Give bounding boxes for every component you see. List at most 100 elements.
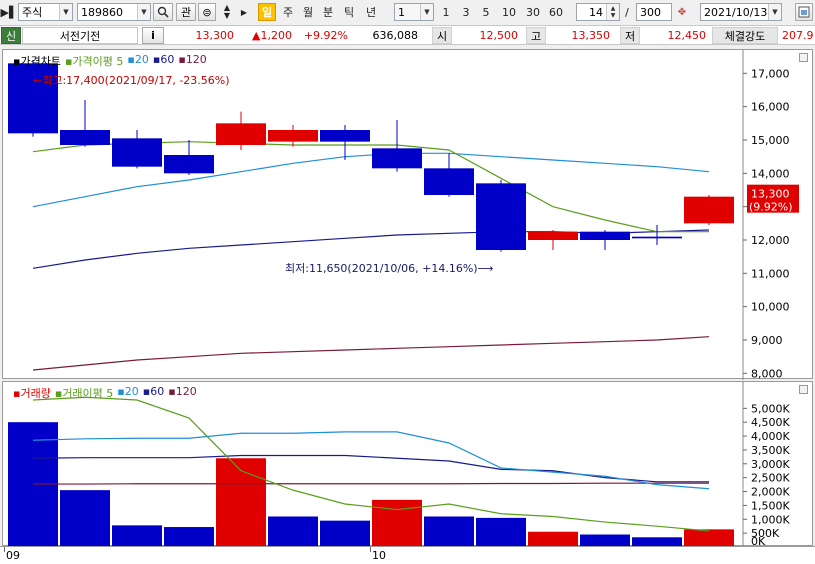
legend-volume-ma60-label: 60 bbox=[150, 385, 165, 398]
volume-chart-pane[interactable]: 5,000K 4,500K 4,000K 3,500K 3,000K 2,500K 2,00… bbox=[2, 381, 813, 547]
period-year-tab[interactable]: 년 bbox=[362, 3, 380, 21]
chevron-down-icon[interactable]: ▼ bbox=[59, 4, 72, 20]
expand-icon[interactable]: ▶ bbox=[238, 3, 250, 21]
interval-1-button[interactable]: 1 bbox=[438, 3, 454, 21]
high-label: 고 bbox=[526, 27, 546, 44]
vol-ma20-line bbox=[32, 431, 710, 490]
legend-price-ma120[interactable]: ▪120 bbox=[178, 53, 206, 69]
legend-volume-ma20[interactable]: ▪20 bbox=[117, 385, 138, 401]
change-percent: +9.92% bbox=[303, 29, 348, 42]
vol-ma120-line bbox=[33, 482, 709, 485]
candle-down bbox=[112, 138, 162, 167]
search-button[interactable] bbox=[153, 3, 173, 21]
price-change: ▲1,200 bbox=[252, 29, 292, 42]
strength-label: 체결강도 bbox=[712, 27, 778, 44]
settings-button[interactable] bbox=[795, 3, 813, 21]
period-minute-tab[interactable]: 분 bbox=[320, 3, 336, 21]
pane-menu-icon[interactable] bbox=[799, 385, 808, 394]
legend-volume-ma[interactable]: ▪거래이평 5 bbox=[55, 385, 113, 401]
chevron-down-icon[interactable]: ▼ bbox=[768, 4, 781, 20]
gwan-button[interactable]: 관 bbox=[176, 3, 196, 21]
period-week-tab[interactable]: 주 bbox=[280, 3, 296, 21]
legend-price-ma20[interactable]: ▪20 bbox=[127, 53, 148, 69]
candle-down bbox=[580, 231, 630, 240]
low-price: 12,450 bbox=[667, 29, 707, 42]
stock-code-input[interactable]: 189860 ▼ bbox=[77, 3, 151, 21]
volume-bar-down bbox=[60, 490, 110, 547]
period-day-tab[interactable]: 일 bbox=[258, 3, 276, 21]
panel-toggle-icon[interactable]: ▶▌ bbox=[1, 3, 18, 21]
search-icon bbox=[157, 6, 169, 18]
legend-volume-ma120[interactable]: ▪120 bbox=[168, 385, 196, 401]
interval-3-button[interactable]: 3 bbox=[458, 3, 474, 21]
volume-bar-down bbox=[268, 516, 318, 547]
x-label-september: 09 bbox=[6, 549, 20, 562]
stock-spinner[interactable]: ▲ ▼ bbox=[218, 3, 236, 21]
date-value: 2021/10/13 bbox=[704, 5, 768, 19]
view-count-spinner-icon[interactable]: ▲ ▼ bbox=[606, 4, 619, 20]
strength-value: 207.9 bbox=[782, 29, 814, 42]
market-type-select[interactable]: 주식 ▼ bbox=[18, 3, 73, 21]
volume-chart: 5,000K4,500K4,000K3,500K3,000K2,500K2,00… bbox=[8, 382, 790, 547]
interval-5-button[interactable]: 5 bbox=[478, 3, 494, 21]
view-count-input[interactable]: 14 ▲ ▼ bbox=[576, 3, 620, 21]
chevron-down-icon[interactable]: ▼ bbox=[137, 4, 150, 20]
candle-down bbox=[164, 155, 214, 174]
volume-bar-down bbox=[112, 525, 162, 547]
candle-down bbox=[60, 130, 110, 145]
legend-price-ma[interactable]: ▪가격이평 5 bbox=[65, 53, 123, 69]
legend-price-ma60[interactable]: ▪60 bbox=[153, 53, 174, 69]
chevron-down-icon[interactable]: ▼ bbox=[420, 4, 433, 20]
price-tick-label: 11,000 bbox=[751, 267, 790, 280]
candle-down bbox=[372, 148, 422, 169]
volume-bar-up bbox=[528, 531, 578, 547]
volume-bar-up bbox=[216, 458, 266, 547]
legend-volume-ma-label: 거래이평 bbox=[62, 387, 103, 400]
x-tick-oct bbox=[370, 547, 371, 552]
period-tick-tab[interactable]: 틱 bbox=[341, 3, 357, 21]
stock-code-value: 189860 bbox=[81, 5, 123, 19]
interval-30-button[interactable]: 30 bbox=[522, 3, 544, 21]
legend-price-ma120-label: 120 bbox=[185, 53, 207, 66]
interval-10-button[interactable]: 10 bbox=[498, 3, 520, 21]
spin-down-icon[interactable]: ▼ bbox=[224, 12, 230, 20]
legend-price-chart-label: 가격차트 bbox=[20, 55, 61, 68]
legend-price-chart[interactable]: ▪가격차트 bbox=[13, 53, 61, 69]
price-chart-pane[interactable]: 17,00016,00015,00014,00013,00012,00011,0… bbox=[2, 49, 813, 380]
stock-name: 서전기전 bbox=[22, 27, 138, 44]
low-label: 저 bbox=[620, 27, 640, 44]
total-count-input[interactable]: 300 bbox=[636, 3, 672, 21]
interval-select[interactable]: 1 ▼ bbox=[394, 3, 434, 21]
window-icon bbox=[798, 6, 810, 18]
pane-menu-icon[interactable] bbox=[799, 53, 808, 62]
candle-down bbox=[632, 236, 682, 239]
volume-tick-label: 4,000K bbox=[751, 430, 790, 443]
vol-ma5-line bbox=[32, 396, 710, 532]
legend-volume[interactable]: ▪거래량 bbox=[13, 385, 51, 401]
price-tick-label: 12,000 bbox=[751, 234, 790, 247]
date-input[interactable]: 2021/10/13 ▼ bbox=[700, 3, 782, 21]
current-price: 13,300 bbox=[195, 29, 235, 42]
market-type-value: 주식 bbox=[22, 6, 43, 19]
legend-volume-ma60[interactable]: ▪60 bbox=[143, 385, 164, 401]
info-button[interactable]: i bbox=[142, 27, 164, 44]
volume-tick-label: 5,000K bbox=[751, 402, 790, 415]
reset-icon[interactable]: ✥ bbox=[674, 3, 690, 21]
period-month-tab[interactable]: 월 bbox=[300, 3, 316, 21]
legend-volume-label: 거래량 bbox=[20, 387, 51, 400]
open-label: 시 bbox=[432, 27, 452, 44]
interval-value: 1 bbox=[398, 5, 405, 19]
volume-legend: ▪거래량 ▪거래이평 5 ▪20 ▪60 ▪120 bbox=[13, 385, 197, 401]
x-label-october: 10 bbox=[372, 549, 386, 562]
legend-volume-ma120-label: 120 bbox=[175, 385, 197, 398]
interval-60-button[interactable]: 60 bbox=[546, 3, 566, 21]
price-tick-label: 8,000 bbox=[751, 367, 783, 380]
volume-bar-down bbox=[164, 527, 214, 547]
history-button[interactable]: ⊜ bbox=[198, 3, 216, 21]
x-tick-sep bbox=[4, 547, 5, 552]
high-annotation: ←최고:17,400(2021/09/17, -23.56%) bbox=[33, 74, 230, 87]
date-axis: 09 10 bbox=[0, 546, 815, 564]
price-tick-label: 16,000 bbox=[751, 101, 790, 114]
price-tick-label: 9,000 bbox=[751, 334, 783, 347]
credit-badge: 신 bbox=[1, 27, 21, 44]
